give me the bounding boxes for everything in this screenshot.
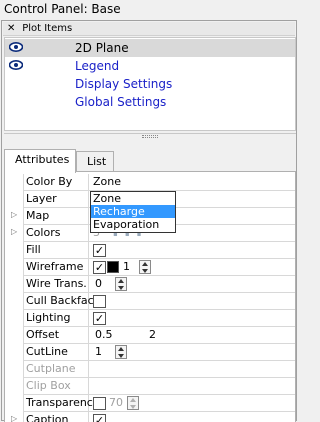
wireframe-value: ✓ 1 [91,259,295,276]
eye-icon[interactable] [9,60,23,70]
prop-row-clip-box: Clip Box [23,378,295,395]
offset-value: 0.5 2 [91,327,295,344]
caption-checkbox[interactable]: ✓ [93,414,106,422]
prop-label: Wireframe [23,259,89,276]
plot-item-label: 2D Plane [75,41,129,55]
offset-a-input[interactable]: 0.5 [95,328,113,341]
wireframe-spin-button[interactable] [139,260,151,274]
cutline-spin-button[interactable] [115,345,127,359]
clip-box-value [91,378,295,395]
prop-row-caption[interactable]: ▷ Caption ✓ [11,412,295,422]
plot-item-global-settings[interactable]: Global Settings [5,93,295,111]
plot-items-header[interactable]: ✕ Plot Items [3,22,295,36]
prop-row-cutline[interactable]: CutLine 1 [23,344,295,361]
wire-trans-value: 0 [91,276,295,293]
collapse-icon[interactable]: ✕ [7,23,19,34]
expand-arrow-icon[interactable]: ▷ [11,227,17,236]
cutline-value: 1 [91,344,295,361]
splitter-grip[interactable] [142,135,158,138]
prop-row-cull-backface[interactable]: Cull Backface [23,293,295,310]
prop-row-fill[interactable]: Fill ✓ [23,242,295,259]
wire-trans-input[interactable]: 0 [95,277,102,290]
caption-value: ✓ [91,412,295,422]
cutline-input[interactable]: 1 [95,345,102,358]
expand-arrow-icon[interactable]: ▷ [11,414,17,422]
prop-label: Lighting [23,310,89,327]
wireframe-width[interactable]: 1 [123,260,130,273]
prop-label: Map [23,208,89,225]
expand-arrow-icon[interactable]: ▷ [11,210,17,219]
fill-checkbox[interactable]: ✓ [93,244,106,257]
plot-item-2d-plane[interactable]: 2D Plane [5,39,295,57]
cutplane-value [91,361,295,378]
plot-item-label: Display Settings [75,77,173,91]
cull-backface-checkbox[interactable] [93,295,106,308]
dropdown-option-evaporation[interactable]: Evaporation [91,218,175,231]
plot-items-title: Plot Items [22,23,73,34]
fill-value: ✓ [91,242,295,259]
color-by-dropdown-list[interactable]: Zone Recharge Evaporation [90,191,176,233]
panel-splitter[interactable] [4,133,296,139]
prop-label: Layer [23,191,89,208]
prop-row-wire-trans[interactable]: Wire Trans. 0 [23,276,295,293]
control-panel: ✕ Plot Items 2D Plane Legend Display Set… [1,20,297,422]
dropdown-option-recharge[interactable]: Recharge [91,205,175,218]
plot-item-label: Global Settings [75,95,167,109]
prop-label: Color By [23,174,89,191]
prop-row-offset[interactable]: Offset 0.5 2 [23,327,295,344]
color-by-select[interactable]: Zone [91,174,295,191]
prop-row-cutplane: Cutplane [23,361,295,378]
window-title: Control Panel: Base [0,0,298,20]
prop-label: Wire Trans. [23,276,89,293]
plot-item-display-settings[interactable]: Display Settings [5,75,295,93]
prop-label: Cutplane [23,361,89,378]
prop-label: Cull Backface [23,293,100,310]
transparency-spin-button[interactable] [127,396,139,410]
lighting-checkbox[interactable]: ✓ [93,312,106,325]
lighting-value: ✓ [91,310,295,327]
prop-label: Caption [23,412,89,422]
tab-list[interactable]: List [76,151,114,171]
prop-label: Clip Box [23,378,89,395]
prop-label: Fill [23,242,89,259]
transparency-input[interactable]: 70 [109,396,123,409]
prop-row-lighting[interactable]: Lighting ✓ [23,310,295,327]
cull-backface-value [91,293,295,310]
prop-label: Colors [23,225,89,242]
eye-icon[interactable] [9,42,23,52]
plot-item-legend[interactable]: Legend [5,57,295,75]
prop-label: Offset [23,327,89,344]
wireframe-checkbox[interactable]: ✓ [93,261,106,274]
transparency-value: 70 [91,395,295,412]
tab-attributes[interactable]: Attributes [4,149,76,173]
dropdown-option-zone[interactable]: Zone [91,192,175,205]
prop-row-wireframe[interactable]: Wireframe ✓ 1 [23,259,295,276]
wireframe-color-swatch[interactable] [107,261,119,273]
plot-item-label: Legend [75,59,120,73]
wire-trans-spin-button[interactable] [115,277,127,291]
plot-items-list: 2D Plane Legend Display Settings Global … [4,37,296,131]
prop-row-color-by[interactable]: Color By Zone [23,174,295,191]
prop-label: Transparency [23,395,99,412]
prop-row-transparency[interactable]: Transparency 70 [23,395,295,412]
offset-b-input[interactable]: 2 [149,328,156,341]
transparency-checkbox[interactable] [93,397,106,410]
prop-label: CutLine [23,344,89,361]
